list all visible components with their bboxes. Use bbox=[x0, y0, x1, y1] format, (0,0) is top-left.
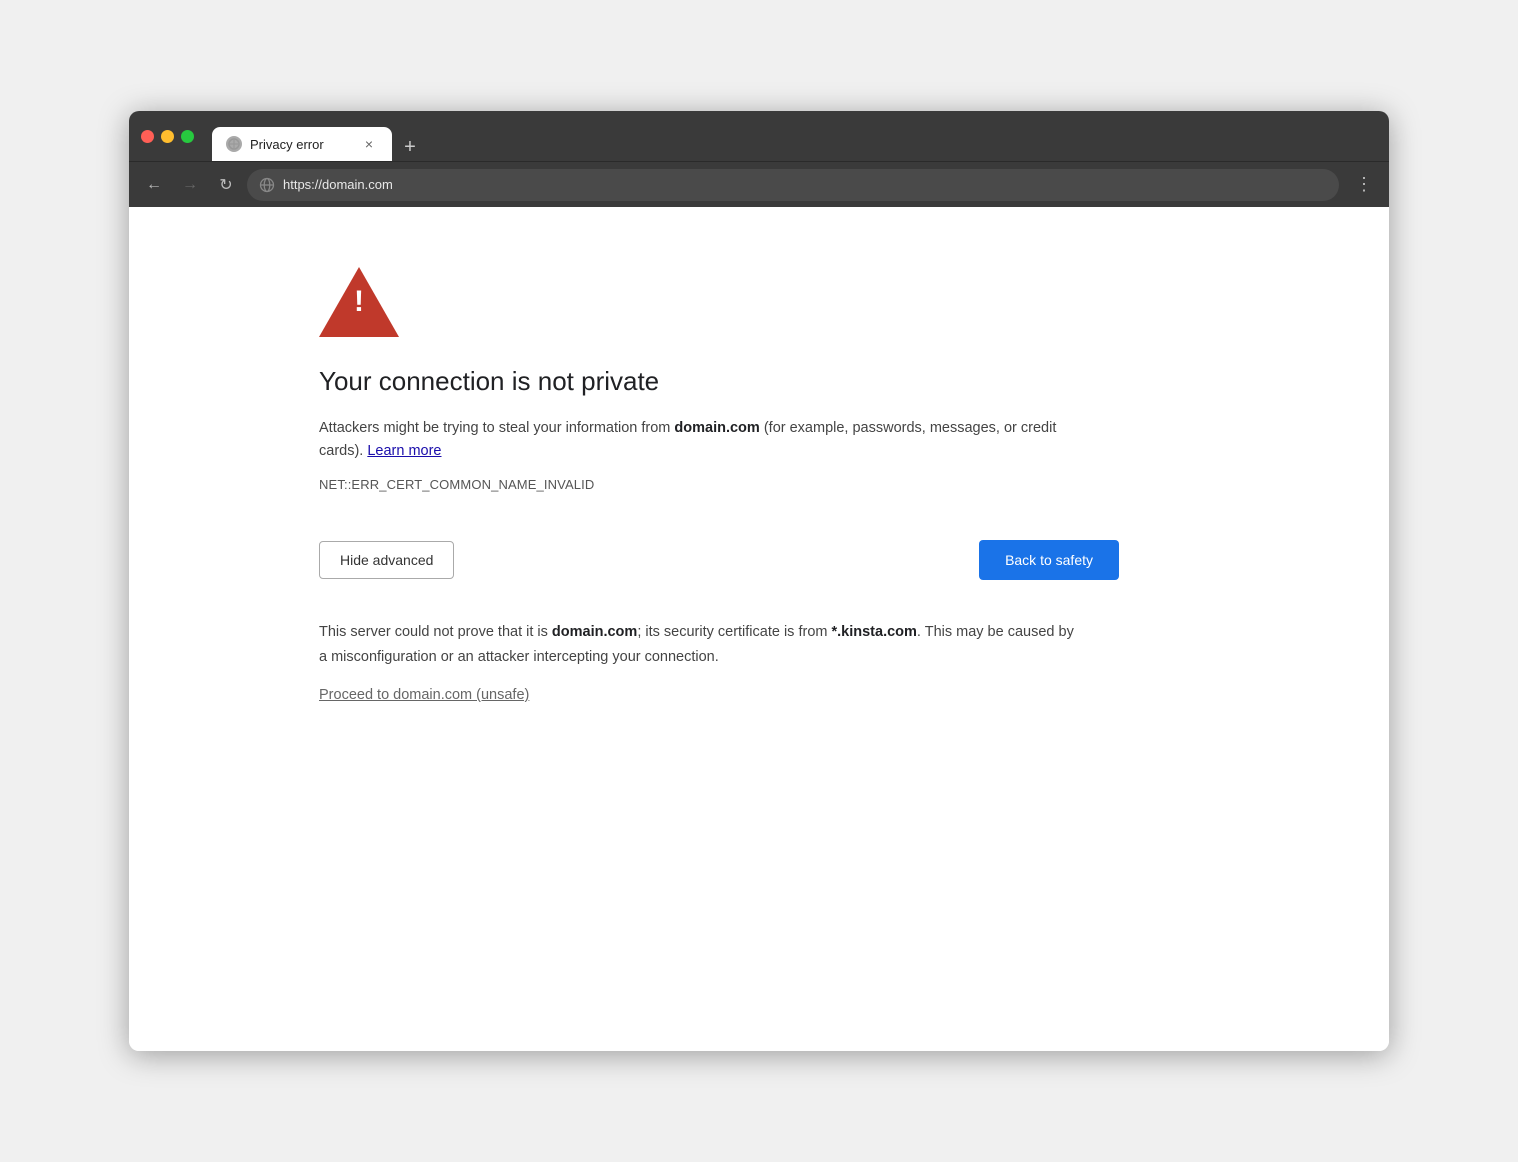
proceed-unsafe-link[interactable]: Proceed to domain.com (unsafe) bbox=[319, 687, 529, 703]
error-desc-before: Attackers might be trying to steal your … bbox=[319, 420, 674, 436]
page-content: Your connection is not private Attackers… bbox=[129, 207, 1389, 1051]
back-to-safety-button[interactable]: Back to safety bbox=[979, 540, 1119, 580]
tab-label: Privacy error bbox=[250, 137, 352, 152]
advanced-cert: *.kinsta.com bbox=[832, 624, 917, 640]
browser-window: Privacy error × + ← → ↻ https://domain.c… bbox=[129, 111, 1389, 1051]
advanced-info-text: This server could not prove that it is d… bbox=[319, 620, 1079, 669]
active-tab[interactable]: Privacy error × bbox=[212, 127, 392, 161]
warning-icon bbox=[319, 267, 1309, 342]
address-bar[interactable]: https://domain.com bbox=[247, 169, 1339, 201]
traffic-lights bbox=[141, 130, 194, 143]
learn-more-link[interactable]: Learn more bbox=[367, 443, 441, 459]
address-globe-icon bbox=[259, 177, 275, 193]
error-description: Attackers might be trying to steal your … bbox=[319, 417, 1079, 463]
close-traffic-light[interactable] bbox=[141, 130, 154, 143]
tab-favicon bbox=[226, 136, 242, 152]
tab-close-button[interactable]: × bbox=[360, 135, 378, 153]
minimize-traffic-light[interactable] bbox=[161, 130, 174, 143]
warning-triangle-icon bbox=[319, 267, 399, 337]
advanced-text-1: This server could not prove that it is bbox=[319, 624, 552, 640]
button-row: Hide advanced Back to safety bbox=[319, 540, 1119, 580]
tab-bar: Privacy error × + bbox=[208, 111, 1377, 161]
browser-menu-button[interactable]: ⋮ bbox=[1349, 170, 1379, 200]
nav-bar: ← → ↻ https://domain.com ⋮ bbox=[129, 161, 1389, 207]
error-code: NET::ERR_CERT_COMMON_NAME_INVALID bbox=[319, 477, 1309, 492]
error-title: Your connection is not private bbox=[319, 366, 1309, 397]
forward-button[interactable]: → bbox=[175, 170, 205, 200]
title-bar: Privacy error × + bbox=[129, 111, 1389, 161]
error-desc-domain: domain.com bbox=[674, 420, 759, 436]
hide-advanced-button[interactable]: Hide advanced bbox=[319, 541, 454, 579]
back-button[interactable]: ← bbox=[139, 170, 169, 200]
address-text: https://domain.com bbox=[283, 177, 1327, 192]
advanced-domain: domain.com bbox=[552, 624, 637, 640]
advanced-text-2: ; its security certificate is from bbox=[637, 624, 831, 640]
reload-button[interactable]: ↻ bbox=[211, 170, 241, 200]
maximize-traffic-light[interactable] bbox=[181, 130, 194, 143]
new-tab-button[interactable]: + bbox=[396, 133, 424, 161]
